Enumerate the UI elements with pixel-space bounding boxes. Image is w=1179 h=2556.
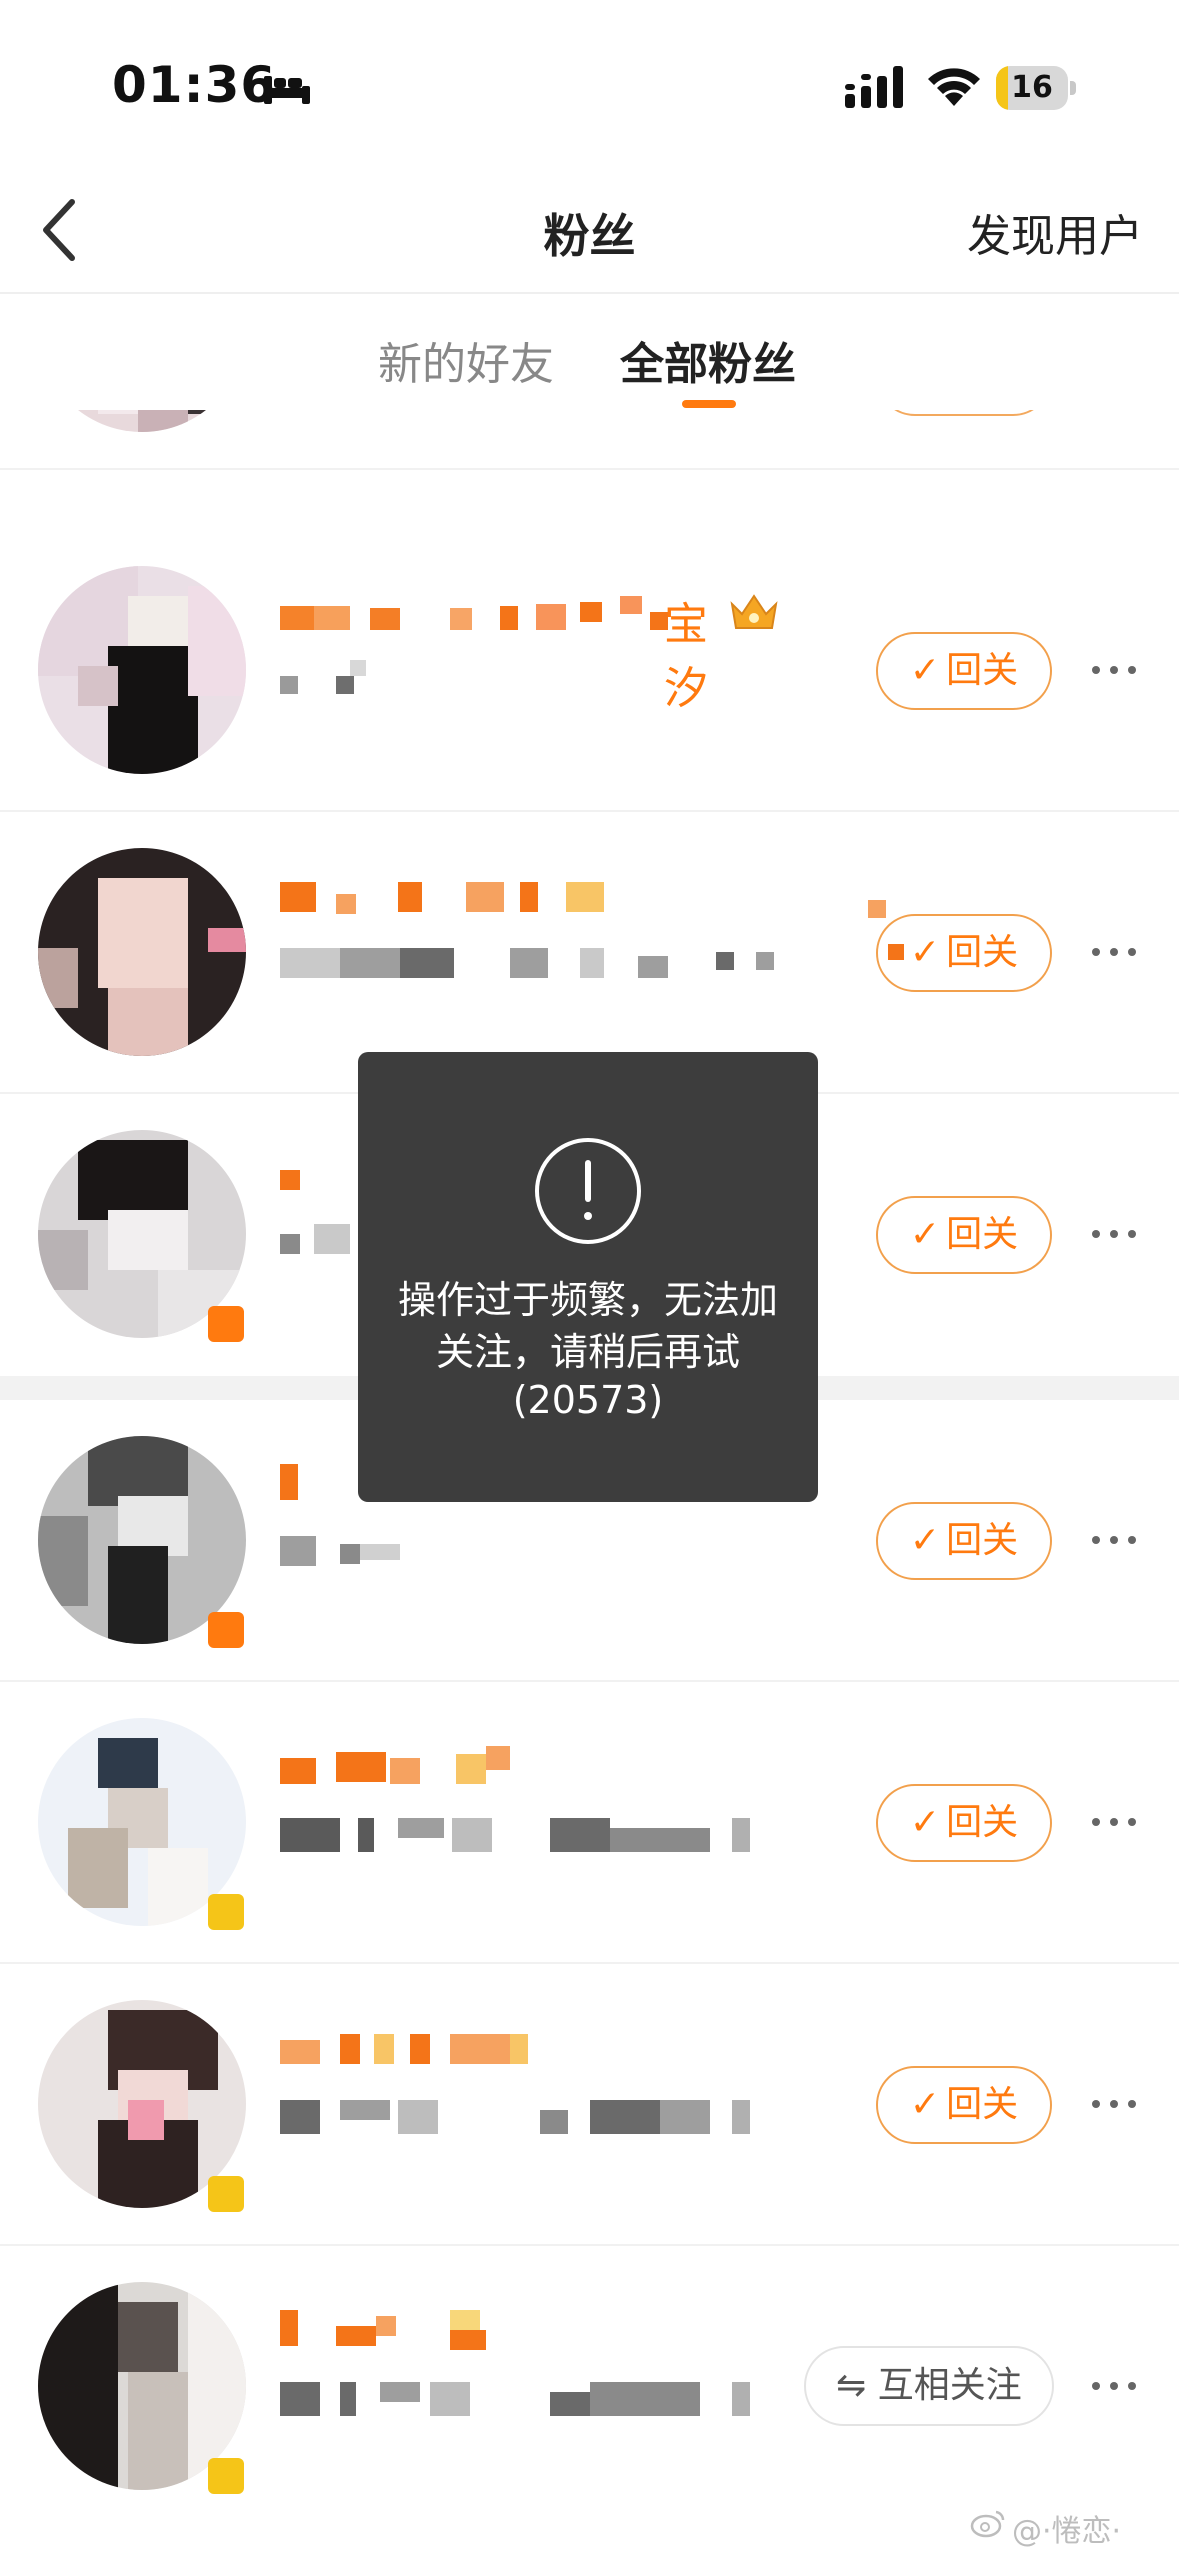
weibo-logo-icon bbox=[970, 2510, 1005, 2538]
list-item[interactable] bbox=[0, 410, 1179, 470]
discover-users-button[interactable]: 发现用户 bbox=[967, 200, 1143, 264]
battery-percent: 16 bbox=[1011, 70, 1053, 105]
check-icon: ✓ bbox=[909, 650, 941, 691]
wifi-icon bbox=[928, 68, 980, 106]
toast-error-code: (20573) bbox=[512, 1378, 664, 1422]
more-options-icon[interactable] bbox=[1092, 944, 1136, 960]
mutual-follow-button[interactable]: ⇋ 互相关注 bbox=[804, 2346, 1054, 2426]
error-toast: 操作过于频繁，无法加关注，请稍后再试 (20573) bbox=[358, 1052, 818, 1502]
list-item[interactable]: ⇋ 互相关注 bbox=[0, 2246, 1179, 2528]
member-badge bbox=[208, 1306, 244, 1342]
list-item[interactable]: ✓ 回关 bbox=[0, 1682, 1179, 1964]
avatar[interactable] bbox=[38, 848, 246, 1056]
status-bar: 01:36 16 bbox=[0, 0, 1179, 170]
more-options-icon[interactable] bbox=[1092, 1532, 1136, 1548]
tab-new-friends[interactable]: 新的好友 bbox=[378, 328, 554, 392]
watermark: @·惓恋· bbox=[1012, 2514, 1122, 2549]
tab-bar: 新的好友 全部粉丝 bbox=[0, 300, 1179, 410]
username-tail: 宝汐 bbox=[664, 599, 708, 714]
check-icon: ✓ bbox=[909, 1214, 941, 1255]
nav-bar: 粉丝 发现用户 bbox=[0, 170, 1179, 290]
follow-back-button[interactable]: ✓ 回关 bbox=[876, 2066, 1052, 2144]
vip-crown-icon bbox=[730, 594, 778, 629]
member-badge bbox=[208, 1612, 244, 1648]
exclamation-icon bbox=[535, 1138, 641, 1244]
check-icon: ✓ bbox=[909, 1802, 941, 1843]
more-options-icon[interactable] bbox=[1092, 2378, 1136, 2394]
sleep-focus-icon bbox=[264, 76, 310, 104]
member-badge bbox=[208, 2458, 244, 2494]
list-item[interactable]: 宝汐 ✓ 回关 bbox=[0, 530, 1179, 812]
mutual-arrows-icon: ⇋ bbox=[836, 2365, 867, 2406]
battery-indicator: 16 bbox=[996, 66, 1076, 110]
check-icon: ✓ bbox=[909, 932, 941, 973]
follow-back-button[interactable] bbox=[876, 410, 1052, 416]
active-tab-indicator bbox=[682, 400, 736, 408]
more-options-icon[interactable] bbox=[1092, 1814, 1136, 1830]
check-icon: ✓ bbox=[909, 1520, 941, 1561]
nav-divider bbox=[0, 292, 1179, 294]
member-badge bbox=[208, 1894, 244, 1930]
check-icon: ✓ bbox=[909, 2084, 941, 2125]
member-badge bbox=[208, 2176, 244, 2212]
toast-message: 操作过于频繁，无法加关注，请稍后再试 bbox=[397, 1278, 778, 1374]
more-options-icon[interactable] bbox=[1092, 1226, 1136, 1242]
follow-back-button[interactable]: ✓ 回关 bbox=[876, 1196, 1052, 1274]
follow-back-button[interactable]: ✓ 回关 bbox=[876, 1784, 1052, 1862]
avatar[interactable] bbox=[38, 566, 246, 774]
follow-back-button[interactable]: ✓ 回关 bbox=[876, 632, 1052, 710]
status-time: 01:36 bbox=[112, 56, 277, 114]
follow-back-button[interactable]: ✓ 回关 bbox=[876, 1502, 1052, 1580]
more-options-icon[interactable] bbox=[1092, 2096, 1136, 2112]
list-item[interactable]: ✓ 回关 bbox=[0, 1964, 1179, 2246]
more-options-icon[interactable] bbox=[1092, 662, 1136, 678]
avatar[interactable] bbox=[38, 410, 246, 432]
tab-all-followers[interactable]: 全部粉丝 bbox=[620, 328, 796, 392]
signal-icon bbox=[845, 66, 903, 108]
